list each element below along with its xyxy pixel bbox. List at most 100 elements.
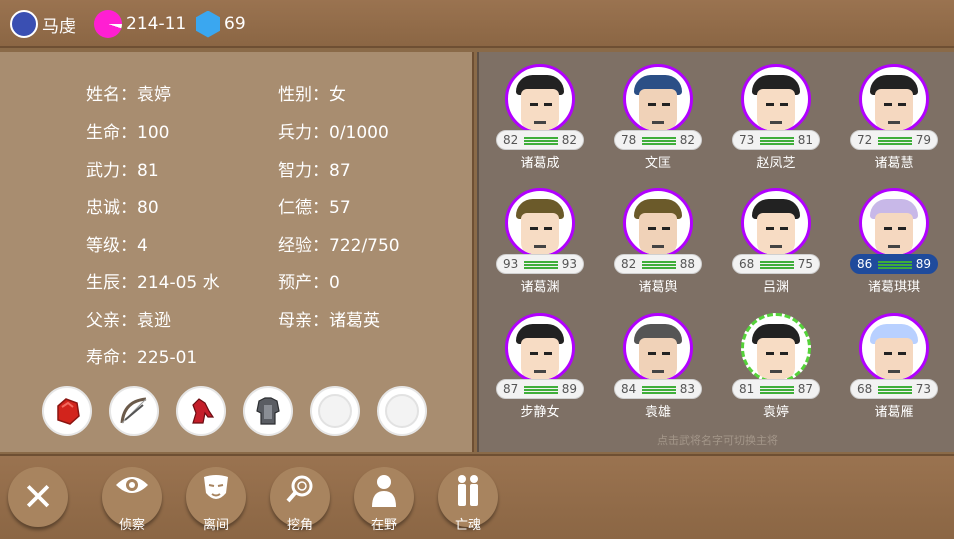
empty-item-slot[interactable] xyxy=(377,386,427,436)
sow-discord-button[interactable]: 离间 xyxy=(186,467,246,533)
eye-shape xyxy=(662,103,670,106)
mother-field: 母亲：诸葛英 xyxy=(278,311,380,331)
general-name-label[interactable]: 诸葛琪琪 xyxy=(842,276,946,295)
general-card[interactable]: 68 75 吕渊 xyxy=(724,188,828,300)
general-portrait[interactable] xyxy=(505,64,575,134)
general-name-label[interactable]: 诸葛雁 xyxy=(842,401,946,420)
stat-right: 73 xyxy=(915,382,931,396)
general-card[interactable]: 81 87 袁婷 xyxy=(724,313,828,425)
scout-button[interactable]: 侦察 xyxy=(102,467,162,533)
face-shape xyxy=(875,213,913,255)
general-portrait[interactable] xyxy=(623,64,693,134)
general-name-label[interactable]: 袁婷 xyxy=(724,401,828,420)
top-bar: 马虔 214-11 69 xyxy=(0,0,954,48)
stat-right: 93 xyxy=(561,257,577,271)
mouth-shape xyxy=(652,245,664,248)
lifespan-field: 寿命：225-01 xyxy=(86,348,198,368)
face-shape xyxy=(875,338,913,380)
stat-lines xyxy=(642,261,676,269)
general-card[interactable]: 84 83 袁雄 xyxy=(606,313,710,425)
empty-item-slot[interactable] xyxy=(310,386,360,436)
general-portrait[interactable] xyxy=(741,64,811,134)
general-card[interactable]: 82 88 诸葛舆 xyxy=(606,188,710,300)
general-portrait[interactable] xyxy=(741,313,811,383)
eye-shape xyxy=(648,352,656,355)
general-name: 袁婷 xyxy=(137,85,171,105)
face-shape xyxy=(875,89,913,131)
mouth-shape xyxy=(652,121,664,124)
general-card[interactable]: 86 89 诸葛琪琪 xyxy=(842,188,946,300)
mouth-shape xyxy=(534,370,546,373)
general-stats-bar: 68 75 xyxy=(732,254,820,274)
general-stats-bar: 73 81 xyxy=(732,130,820,150)
empty-slot-icon xyxy=(318,394,352,428)
general-stats-bar: 81 87 xyxy=(732,379,820,399)
general-card[interactable]: 82 82 诸葛成 xyxy=(488,64,592,176)
face-shape xyxy=(639,89,677,131)
general-card[interactable]: 68 73 诸葛雁 xyxy=(842,313,946,425)
bow-item[interactable] xyxy=(109,386,159,436)
level-field: 等级：4 xyxy=(86,236,148,256)
eye-shape xyxy=(884,352,892,355)
ruler-display: 马虔 xyxy=(10,10,76,38)
generals-grid-panel: 82 82 诸葛成 78 82 文匡 73 81 赵凤芝 72 79 诸葛慧 93 93 诸葛渊 82 88 诸葛… xyxy=(477,52,954,452)
ghosts-icon xyxy=(438,473,498,514)
general-stats-bar: 82 82 xyxy=(496,130,584,150)
mouth-shape xyxy=(888,245,900,248)
gem-count: 69 xyxy=(224,14,246,34)
face-shape xyxy=(521,338,559,380)
general-name-label[interactable]: 步静女 xyxy=(488,401,592,420)
general-card[interactable]: 87 89 步静女 xyxy=(488,313,592,425)
stat-right: 82 xyxy=(679,133,695,147)
general-name-label[interactable]: 诸葛舆 xyxy=(606,276,710,295)
general-card[interactable]: 93 93 诸葛渊 xyxy=(488,188,592,300)
general-portrait[interactable] xyxy=(623,188,693,258)
wild-button[interactable]: 在野 xyxy=(354,467,414,533)
general-name-label[interactable]: 文匡 xyxy=(606,152,710,171)
general-card[interactable]: 78 82 文匡 xyxy=(606,64,710,176)
stat-left: 82 xyxy=(621,257,637,271)
general-name-label[interactable]: 诸葛成 xyxy=(488,152,592,171)
general-card[interactable]: 73 81 赵凤芝 xyxy=(724,64,828,176)
stat-left: 82 xyxy=(503,133,519,147)
general-portrait[interactable] xyxy=(505,313,575,383)
general-name-label[interactable]: 赵凤芝 xyxy=(724,152,828,171)
face-shape xyxy=(757,89,795,131)
stat-right: 89 xyxy=(915,257,931,271)
poach-button[interactable]: 挖角 xyxy=(270,467,330,533)
stat-left: 73 xyxy=(739,133,755,147)
mouth-shape xyxy=(770,370,782,373)
general-portrait[interactable] xyxy=(859,313,929,383)
gem-display: 69 xyxy=(196,10,246,38)
general-stats-bar: 68 73 xyxy=(850,379,938,399)
mouth-shape xyxy=(652,370,664,373)
general-portrait[interactable] xyxy=(859,64,929,134)
armor-item[interactable] xyxy=(243,386,293,436)
souls-button[interactable]: 亡魂 xyxy=(438,467,498,533)
general-name-label[interactable]: 诸葛慧 xyxy=(842,152,946,171)
general-portrait[interactable] xyxy=(741,188,811,258)
face-shape xyxy=(757,213,795,255)
general-name-label[interactable]: 诸葛渊 xyxy=(488,276,592,295)
stat-lines xyxy=(878,386,912,394)
face-shape xyxy=(757,338,795,380)
eye-shape xyxy=(544,103,552,106)
ruler-icon xyxy=(10,10,38,38)
eye-shape xyxy=(530,103,538,106)
life-field: 生命：100 xyxy=(86,123,170,143)
general-portrait[interactable] xyxy=(623,313,693,383)
general-card[interactable]: 72 79 诸葛慧 xyxy=(842,64,946,176)
horse-item[interactable] xyxy=(176,386,226,436)
general-name-label[interactable]: 袁雄 xyxy=(606,401,710,420)
mouth-shape xyxy=(770,121,782,124)
wild-label: 在野 xyxy=(370,518,397,533)
stat-left: 81 xyxy=(739,382,755,396)
general-name-label[interactable]: 吕渊 xyxy=(724,276,828,295)
close-button[interactable]: ✕ xyxy=(8,467,68,527)
eye-shape xyxy=(780,352,788,355)
general-portrait[interactable] xyxy=(505,188,575,258)
red-gem-item[interactable] xyxy=(42,386,92,436)
general-portrait[interactable] xyxy=(859,188,929,258)
stat-left: 78 xyxy=(621,133,637,147)
loyalty-field: 忠诚：80 xyxy=(86,198,159,218)
